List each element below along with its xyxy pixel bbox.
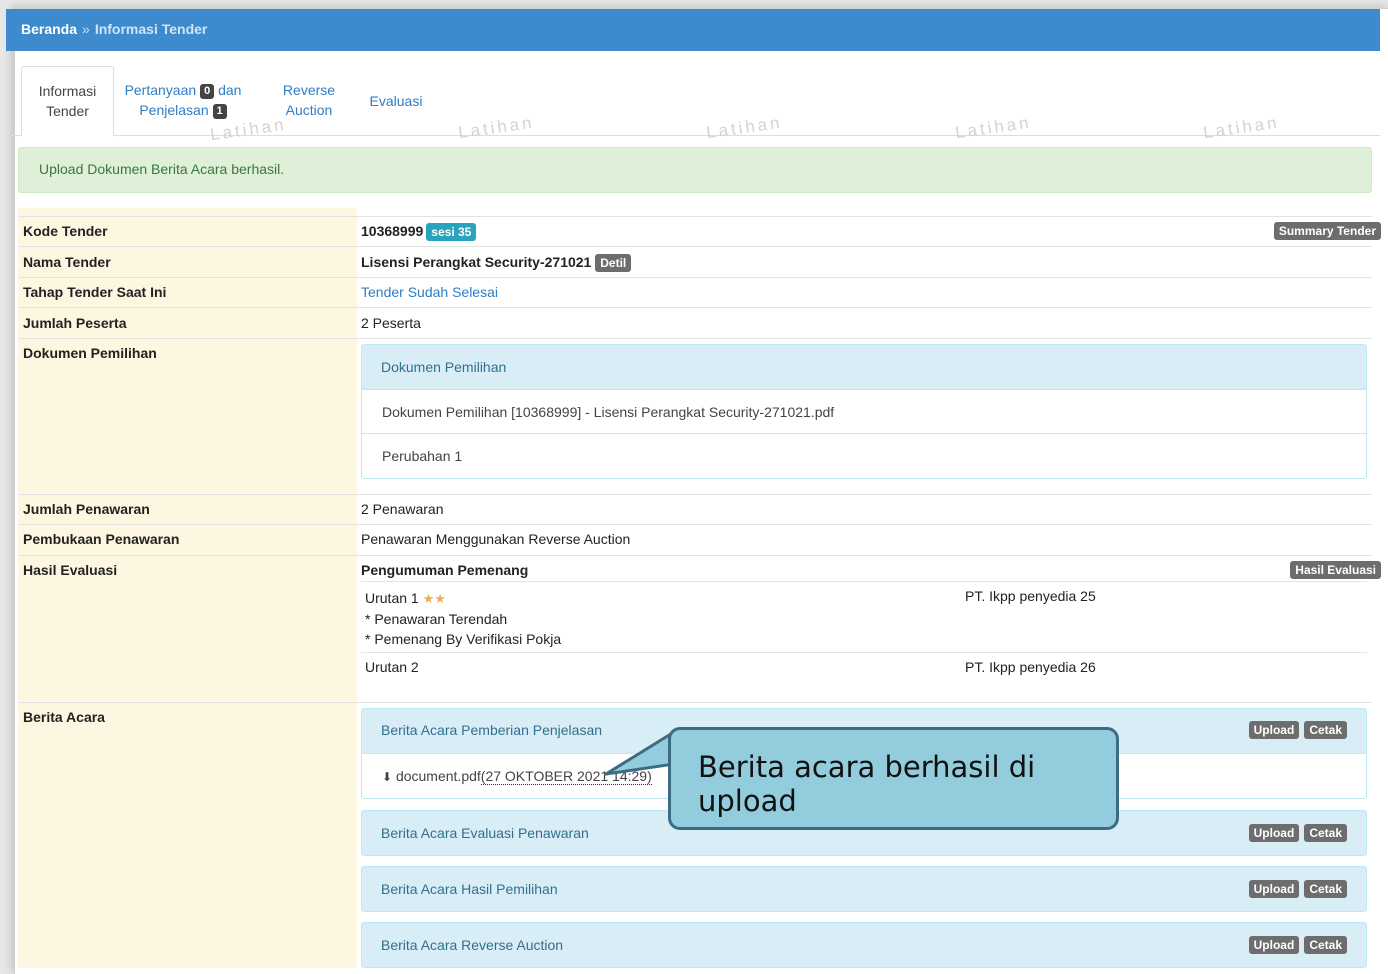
urutan-1-note: * Penawaran Terendah bbox=[365, 611, 508, 627]
tab-label: Reverse bbox=[282, 82, 336, 98]
breadcrumb: Beranda » Informasi Tender bbox=[6, 9, 1380, 51]
row-divider bbox=[18, 277, 1372, 278]
download-icon: ⬇ bbox=[382, 770, 393, 784]
urutan-1-note: * Pemenang By Verifikasi Pokja bbox=[365, 631, 562, 647]
cetak-button[interactable]: Cetak bbox=[1304, 880, 1347, 898]
urutan-2-company: PT. Ikpp penyedia 26 bbox=[965, 659, 1096, 675]
tab-evaluasi[interactable]: Evaluasi bbox=[360, 66, 432, 136]
panel-heading: Berita Acara Reverse Auction Upload Cetak bbox=[362, 923, 1366, 967]
row-divider bbox=[361, 652, 1367, 653]
urutan-2-label: Urutan 2 bbox=[365, 659, 419, 675]
panel-title: Berita Acara Evaluasi Penawaran bbox=[381, 825, 589, 841]
panel-heading: Berita Acara Hasil Pemilihan Upload Cetak bbox=[362, 867, 1366, 911]
tab-label: Pertanyaan bbox=[124, 82, 197, 98]
kode-tender-number: 10368999 bbox=[361, 223, 424, 239]
upload-button[interactable]: Upload bbox=[1248, 880, 1300, 898]
row-divider bbox=[18, 307, 1372, 308]
jumlah-penawaran-value: 2 Penawaran bbox=[361, 501, 444, 517]
row-divider bbox=[18, 555, 1372, 556]
tahap-tender-link[interactable]: Tender Sudah Selesai bbox=[361, 284, 498, 300]
sesi-badge: sesi 35 bbox=[426, 223, 477, 241]
kode-tender-label: Kode Tender bbox=[23, 223, 108, 239]
panel-actions: Upload Cetak bbox=[1244, 811, 1347, 853]
nama-tender-label: Nama Tender bbox=[23, 254, 111, 270]
row-divider bbox=[18, 246, 1372, 247]
kode-tender-value: 10368999 sesi 35 bbox=[361, 223, 477, 241]
row-divider bbox=[18, 702, 1372, 703]
nama-tender-text: Lisensi Perangkat Security-271021 bbox=[361, 254, 592, 270]
tab-label: dan bbox=[218, 82, 242, 98]
hasil-evaluasi-label: Hasil Evaluasi bbox=[23, 562, 118, 578]
cetak-button[interactable]: Cetak bbox=[1304, 721, 1347, 739]
row-divider bbox=[18, 216, 1372, 217]
dokumen-file-link[interactable]: Dokumen Pemilihan [10368999] - Lisensi P… bbox=[362, 389, 1366, 433]
detil-button[interactable]: Detil bbox=[595, 254, 632, 272]
row-divider bbox=[18, 524, 1372, 525]
tab-label: Tender bbox=[46, 103, 89, 119]
panel-title: Berita Acara Reverse Auction bbox=[381, 937, 564, 953]
success-alert: Upload Dokumen Berita Acara berhasil. bbox=[18, 147, 1372, 193]
summary-tender-button[interactable]: Summary Tender bbox=[1273, 222, 1381, 240]
breadcrumb-separator: » bbox=[82, 21, 90, 37]
callout-pointer-mask bbox=[671, 740, 682, 780]
tab-informasi-tender[interactable]: Informasi Tender bbox=[21, 66, 114, 137]
nama-tender-value: Lisensi Perangkat Security-271021 Detil bbox=[361, 254, 632, 272]
row-divider bbox=[18, 494, 1372, 495]
hasil-evaluasi-button[interactable]: Hasil Evaluasi bbox=[1290, 561, 1381, 579]
berita-acara-reverse-panel: Berita Acara Reverse Auction Upload Cetak bbox=[361, 922, 1367, 968]
answer-count-badge: 1 bbox=[212, 104, 227, 119]
upload-button[interactable]: Upload bbox=[1248, 936, 1300, 954]
row-divider bbox=[18, 338, 1372, 339]
jumlah-peserta-label: Jumlah Peserta bbox=[23, 315, 127, 331]
dokumen-pemilihan-label: Dokumen Pemilihan bbox=[23, 345, 157, 361]
callout-text: Berita acara berhasil di upload bbox=[698, 750, 1036, 818]
panel-title: Berita Acara Pemberian Penjelasan bbox=[381, 722, 603, 738]
upload-button[interactable]: Upload bbox=[1248, 721, 1300, 739]
document-link[interactable]: document.pdf bbox=[396, 768, 481, 784]
jumlah-peserta-value: 2 Peserta bbox=[361, 315, 421, 331]
urutan-1-label: Urutan 1 bbox=[365, 590, 419, 606]
upload-button[interactable]: Upload bbox=[1248, 824, 1300, 842]
callout-annotation: Berita acara berhasil di upload bbox=[668, 727, 1119, 830]
urutan-1-block: Urutan 1 ★★ * Penawaran Terendah * Pemen… bbox=[365, 588, 561, 649]
berita-acara-hasil-panel: Berita Acara Hasil Pemilihan Upload Cetak bbox=[361, 866, 1367, 912]
panel-actions: Upload Cetak bbox=[1244, 923, 1347, 965]
cetak-button[interactable]: Cetak bbox=[1304, 824, 1347, 842]
jumlah-penawaran-label: Jumlah Penawaran bbox=[23, 501, 150, 517]
question-count-badge: 0 bbox=[200, 84, 215, 99]
row-divider bbox=[361, 581, 1367, 582]
pengumuman-pemenang-heading: Pengumuman Pemenang bbox=[361, 562, 529, 578]
breadcrumb-current: Informasi Tender bbox=[94, 21, 208, 37]
tab-label: Informasi bbox=[38, 83, 97, 99]
dokumen-pemilihan-panel: Dokumen Pemilihan Dokumen Pemilihan [103… bbox=[361, 344, 1367, 479]
panel-actions: Upload Cetak bbox=[1244, 867, 1347, 909]
alert-message: Upload Dokumen Berita Acara berhasil. bbox=[39, 161, 285, 177]
tahap-tender-label: Tahap Tender Saat Ini bbox=[23, 284, 167, 300]
star-icon: ★★ bbox=[422, 591, 446, 606]
pembukaan-penawaran-label: Pembukaan Penawaran bbox=[23, 531, 180, 547]
tab-label: Penjelasan bbox=[139, 102, 209, 118]
tab-label: Evaluasi bbox=[369, 93, 423, 109]
panel-actions: Upload Cetak bbox=[1244, 709, 1347, 749]
perubahan-link[interactable]: Perubahan 1 bbox=[362, 433, 1366, 477]
urutan-1-company: PT. Ikpp penyedia 25 bbox=[965, 588, 1096, 604]
pembukaan-penawaran-value: Penawaran Menggunakan Reverse Auction bbox=[361, 531, 631, 547]
cetak-button[interactable]: Cetak bbox=[1304, 936, 1347, 954]
panel-title: Berita Acara Hasil Pemilihan bbox=[381, 881, 558, 897]
summary-tender-label: Summary Tender bbox=[1273, 222, 1381, 240]
berita-acara-label: Berita Acara bbox=[23, 709, 105, 725]
hasil-evaluasi-button-label: Hasil Evaluasi bbox=[1290, 561, 1381, 579]
panel-heading: Dokumen Pemilihan bbox=[362, 345, 1366, 389]
breadcrumb-home-link[interactable]: Beranda bbox=[21, 21, 77, 37]
